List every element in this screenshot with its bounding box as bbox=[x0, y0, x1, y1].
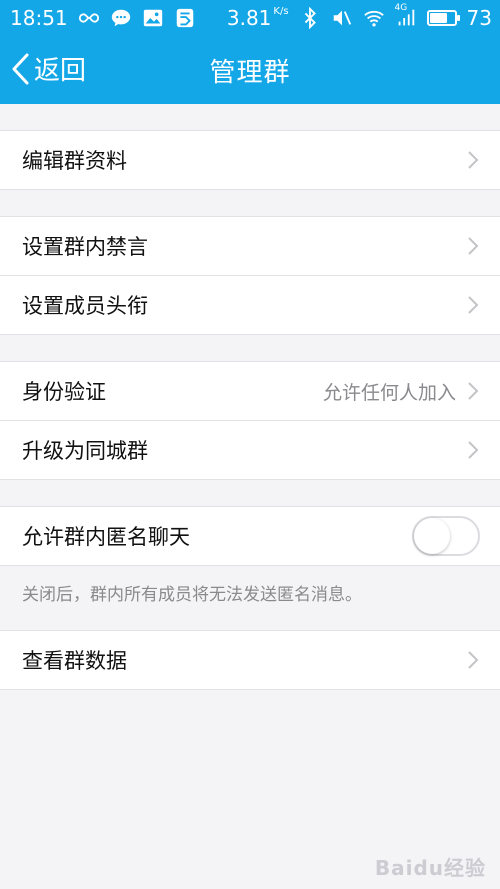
group-verification: 身份验证 允许任何人加入 升级为同城群 bbox=[0, 361, 500, 480]
mute-icon bbox=[331, 7, 353, 29]
chevron-right-icon bbox=[466, 235, 480, 257]
edit-group-profile-row[interactable]: 编辑群资料 bbox=[0, 131, 500, 189]
signal-icon: 4G bbox=[395, 3, 417, 29]
settings-content: 编辑群资料 设置群内禁言 设置成员头衔 身份验证 允许任何人加入 升级为同城群 … bbox=[0, 104, 500, 690]
status-right: 3.81 K/s 4G 73 bbox=[226, 3, 492, 30]
row-label: 允许群内匿名聊天 bbox=[22, 525, 190, 549]
infinity-icon bbox=[78, 7, 100, 29]
chevron-right-icon bbox=[466, 149, 480, 171]
navigation-bar: 返回 管理群 bbox=[0, 36, 500, 104]
app-header: 18:51 3.81 K/s 4G 73 返回 管理群 bbox=[0, 0, 500, 104]
toggle-knob bbox=[414, 518, 450, 554]
row-label: 设置群内禁言 bbox=[22, 235, 148, 259]
mute-members-row[interactable]: 设置群内禁言 bbox=[0, 217, 500, 275]
verification-value: 允许任何人加入 bbox=[322, 381, 456, 404]
chevron-right-icon bbox=[466, 294, 480, 316]
group-members: 设置群内禁言 设置成员头衔 bbox=[0, 216, 500, 335]
chevron-right-icon bbox=[466, 439, 480, 461]
page-title: 管理群 bbox=[209, 58, 291, 88]
image-icon bbox=[142, 7, 164, 29]
status-left: 18:51 bbox=[10, 6, 196, 30]
row-label: 编辑群资料 bbox=[22, 149, 127, 173]
app-icon bbox=[174, 7, 196, 29]
upgrade-city-group-row[interactable]: 升级为同城群 bbox=[0, 420, 500, 479]
row-label: 查看群数据 bbox=[22, 649, 127, 673]
view-group-data-row[interactable]: 查看群数据 bbox=[0, 631, 500, 689]
row-label: 升级为同城群 bbox=[22, 439, 148, 463]
anonymous-chat-toggle[interactable] bbox=[412, 516, 480, 556]
member-titles-row[interactable]: 设置成员头衔 bbox=[0, 275, 500, 334]
chevron-right-icon bbox=[466, 380, 480, 402]
wifi-icon bbox=[363, 7, 385, 29]
battery-icon bbox=[426, 10, 460, 26]
anonymous-chat-row: 允许群内匿名聊天 bbox=[0, 507, 500, 565]
group-anonymous: 允许群内匿名聊天 bbox=[0, 506, 500, 566]
anonymous-hint: 关闭后，群内所有成员将无法发送匿名消息。 bbox=[22, 585, 362, 605]
verification-row[interactable]: 身份验证 允许任何人加入 bbox=[0, 362, 500, 420]
bluetooth-icon bbox=[299, 7, 321, 29]
wechat-icon bbox=[110, 7, 132, 29]
battery-fill bbox=[429, 13, 448, 23]
status-bar: 18:51 3.81 K/s 4G 73 bbox=[0, 0, 500, 36]
battery-level: 73 bbox=[466, 6, 492, 30]
group-profile: 编辑群资料 bbox=[0, 130, 500, 190]
network-speed: 3.81 K/s bbox=[226, 6, 289, 30]
watermark: Baidu经验 bbox=[374, 856, 486, 880]
group-data: 查看群数据 bbox=[0, 630, 500, 690]
row-label: 设置成员头衔 bbox=[22, 294, 148, 318]
row-label: 身份验证 bbox=[22, 380, 106, 404]
status-time: 18:51 bbox=[10, 6, 68, 30]
chevron-right-icon bbox=[466, 649, 480, 671]
